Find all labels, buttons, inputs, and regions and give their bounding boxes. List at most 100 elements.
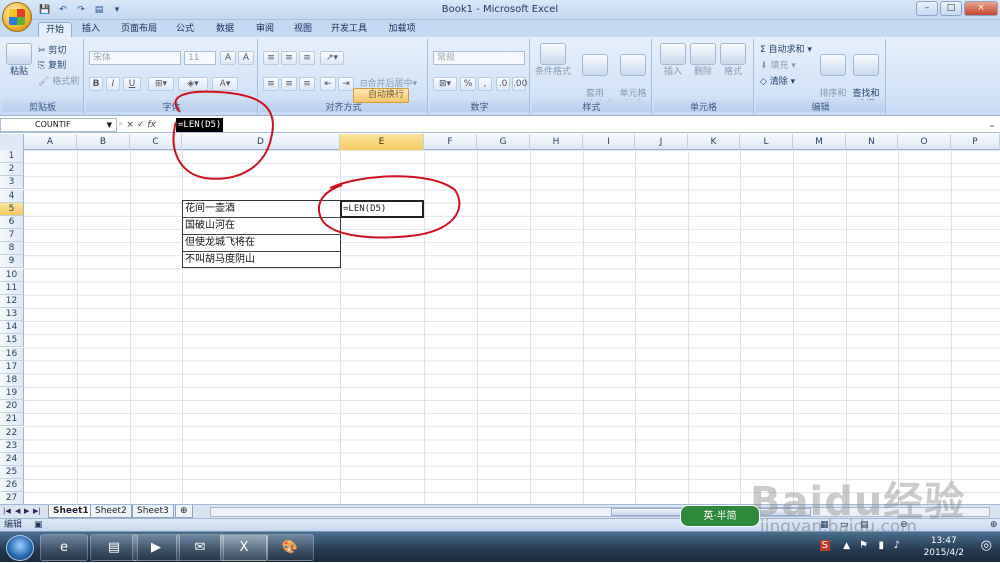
autosum-button[interactable]: Σ 自动求和 ▾ (760, 44, 812, 56)
cell-d8[interactable]: 不叫胡马度阴山 (183, 252, 340, 269)
bold-button[interactable]: B (89, 77, 103, 91)
column-header-n[interactable]: N (846, 134, 898, 150)
row-header-20[interactable]: 20 (0, 400, 24, 414)
column-header-i[interactable]: I (583, 134, 635, 150)
tab-add-ins[interactable]: 加载项 (382, 22, 422, 37)
row-header-17[interactable]: 17 (0, 360, 24, 374)
row-header-18[interactable]: 18 (0, 373, 24, 387)
increase-indent-button[interactable]: ⇥ (338, 77, 354, 91)
tray-network-icon[interactable]: ▮ (878, 540, 884, 551)
name-box[interactable]: COUNTIF ▼ (0, 118, 117, 132)
column-header-d[interactable]: D (182, 134, 340, 150)
column-header-a[interactable]: A (24, 134, 77, 150)
column-header-b[interactable]: B (77, 134, 130, 150)
taskbar-media-player-icon[interactable]: ▶ (132, 534, 180, 561)
name-box-dropdown-icon[interactable]: ▼ (107, 119, 112, 131)
align-center-button[interactable]: ≡ (281, 77, 297, 91)
conditional-format-button[interactable]: 条件格式 (534, 43, 572, 78)
underline-button[interactable]: U (123, 77, 141, 91)
tray-sogou-icon[interactable]: S (819, 540, 830, 551)
shrink-font-button[interactable]: A (238, 51, 254, 65)
fill-button[interactable]: ⬇ 填充 ▾ (760, 60, 796, 72)
column-header-c[interactable]: C (130, 134, 182, 150)
font-color-button[interactable]: A▾ (212, 77, 238, 91)
align-left-button[interactable]: ≡ (263, 77, 279, 91)
row-header-5[interactable]: 5 (0, 202, 24, 216)
clock[interactable]: 13:47 2015/4/2 (924, 535, 964, 559)
fill-color-button[interactable]: ◈▾ (178, 77, 208, 91)
show-desktop-icon[interactable]: ◎ (981, 538, 992, 553)
data-range-d5-d8[interactable]: 花间一壶酒 国破山河在 但使龙城飞将在 不叫胡马度阴山 (182, 200, 341, 268)
row-header-16[interactable]: 16 (0, 347, 24, 361)
tray-flag-icon[interactable]: ⚑ (859, 540, 868, 551)
font-size-combo[interactable]: 11 (184, 51, 216, 65)
horizontal-scroll-thumb[interactable] (611, 508, 811, 516)
row-header-27[interactable]: 27 (0, 492, 24, 504)
column-header-e[interactable]: E (340, 134, 424, 150)
tab-formulas[interactable]: 公式 (170, 22, 200, 37)
clear-button[interactable]: ◇ 清除 ▾ (760, 76, 795, 88)
italic-button[interactable]: I (106, 77, 120, 91)
grow-font-button[interactable]: A (220, 51, 236, 65)
taskbar-excel-icon[interactable]: X (220, 534, 268, 561)
horizontal-scrollbar[interactable] (210, 507, 990, 517)
taskbar-paint-icon[interactable]: 🎨 (266, 534, 314, 561)
formula-input[interactable]: =LEN(D5) (176, 118, 224, 132)
row-header-1[interactable]: 1 (0, 150, 24, 163)
row-header-21[interactable]: 21 (0, 413, 24, 427)
tab-insert[interactable]: 插入 (76, 22, 106, 37)
row-header-26[interactable]: 26 (0, 479, 24, 493)
tab-view[interactable]: 视图 (288, 22, 318, 37)
prev-sheet-icon[interactable]: ◀ (15, 507, 20, 515)
cell-e5-active[interactable]: =LEN(D5) (340, 200, 424, 218)
next-sheet-icon[interactable]: ▶ (24, 507, 29, 515)
copy-button[interactable]: ⎘ 复制 (38, 60, 66, 72)
row-header-11[interactable]: 11 (0, 281, 24, 295)
tray-volume-icon[interactable]: ♪ (894, 540, 900, 551)
column-header-h[interactable]: H (530, 134, 583, 150)
tab-data[interactable]: 数据 (210, 22, 240, 37)
increase-decimal-button[interactable]: .0 (496, 77, 510, 91)
row-header-7[interactable]: 7 (0, 229, 24, 243)
tab-page-layout[interactable]: 页面布局 (114, 22, 164, 37)
column-header-g[interactable]: G (477, 134, 530, 150)
row-header-3[interactable]: 3 (0, 176, 24, 190)
row-header-23[interactable]: 23 (0, 439, 24, 453)
row-header-8[interactable]: 8 (0, 242, 24, 256)
decrease-indent-button[interactable]: ⇤ (320, 77, 336, 91)
taskbar-outlook-icon[interactable]: ✉ (176, 534, 224, 561)
column-header-j[interactable]: J (635, 134, 688, 150)
currency-button[interactable]: ⊠▾ (433, 77, 457, 91)
insert-cells-button[interactable]: 插入 (658, 43, 688, 78)
orientation-button[interactable]: ↗▾ (320, 51, 344, 65)
paste-button[interactable]: 粘贴 (4, 43, 34, 78)
comma-button[interactable]: , (478, 77, 492, 91)
close-button[interactable]: × (964, 1, 998, 16)
wrap-text-button[interactable]: 自动换行 (353, 88, 409, 103)
row-header-13[interactable]: 13 (0, 308, 24, 322)
column-header-f[interactable]: F (424, 134, 477, 150)
worksheet-grid[interactable]: A B C D E F G H I J K L M N O P 12345678… (0, 134, 1000, 504)
column-header-m[interactable]: M (793, 134, 846, 150)
cut-button[interactable]: ✂ 剪切 (38, 45, 66, 57)
expand-formula-bar-icon[interactable]: ⌄ (986, 118, 998, 132)
column-header-l[interactable]: L (740, 134, 793, 150)
percent-button[interactable]: % (460, 77, 476, 91)
cell-d6[interactable]: 国破山河在 (183, 218, 340, 235)
row-header-14[interactable]: 14 (0, 321, 24, 335)
sheet-tab-sheet2[interactable]: Sheet2 (90, 505, 132, 518)
tray-arrow-icon[interactable]: ▲ (843, 541, 850, 551)
select-all-corner[interactable] (0, 134, 24, 150)
first-sheet-icon[interactable]: |◀ (3, 507, 11, 515)
font-name-combo[interactable]: 宋体 (89, 51, 181, 65)
row-header-2[interactable]: 2 (0, 163, 24, 177)
cell-d5[interactable]: 花间一壶酒 (183, 201, 340, 218)
confirm-entry-button[interactable]: ✓ (137, 120, 145, 130)
borders-button[interactable]: ⊞▾ (148, 77, 174, 91)
minimize-button[interactable]: – (916, 1, 938, 16)
column-header-p[interactable]: P (951, 134, 1000, 150)
row-header-24[interactable]: 24 (0, 452, 24, 466)
taskbar-ie-icon[interactable]: e (40, 534, 88, 561)
delete-cells-button[interactable]: 删除 (688, 43, 718, 78)
tab-review[interactable]: 审阅 (250, 22, 280, 37)
